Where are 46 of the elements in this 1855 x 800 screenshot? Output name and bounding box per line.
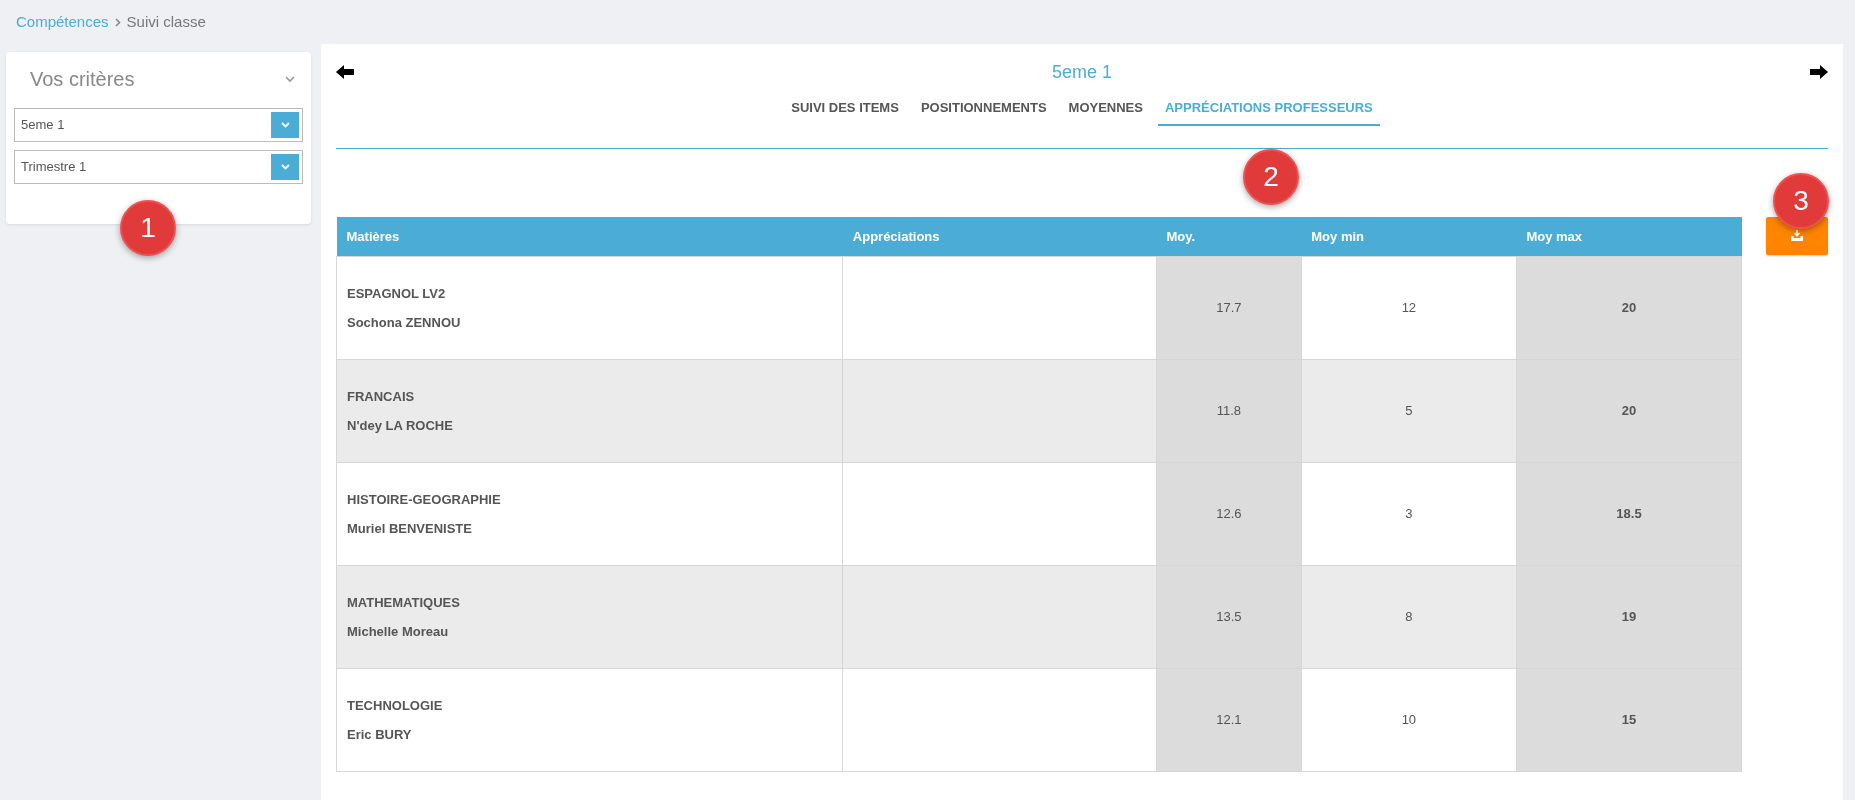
min-average-cell: 12: [1301, 256, 1517, 360]
average-cell: 11.8: [1156, 359, 1302, 463]
tab[interactable]: SUIVI DES ITEMS: [784, 92, 906, 126]
select-field[interactable]: Trimestre 1: [14, 150, 303, 184]
select-field[interactable]: 5eme 1: [14, 108, 303, 142]
column-header: Moy max: [1516, 216, 1742, 257]
subject-name: FRANCAIS: [347, 387, 416, 406]
min-average-cell: 5: [1301, 359, 1517, 463]
chevron-down-icon[interactable]: [285, 75, 295, 83]
class-title: 5eme 1: [1051, 60, 1112, 84]
column-header: Matières: [336, 216, 843, 257]
subject-name: ESPAGNOL LV2: [347, 284, 447, 303]
subject-name: HISTOIRE-GEOGRAPHIE: [347, 490, 502, 509]
download-icon: [1791, 230, 1803, 241]
arrow-right-icon[interactable]: [1810, 65, 1828, 79]
chevron-right-icon: [114, 17, 121, 27]
teacher-name: Sochona ZENNOU: [347, 314, 462, 332]
column-header: Appréciations: [842, 216, 1157, 257]
max-average-cell: 15: [1516, 668, 1742, 772]
teacher-name: Muriel BENVENISTE: [347, 520, 473, 538]
max-average-cell: 20: [1516, 359, 1742, 463]
min-average-cell: 3: [1301, 462, 1517, 566]
tab[interactable]: MOYENNES: [1061, 92, 1150, 126]
column-header: Moy.: [1156, 216, 1302, 257]
teacher-name: Michelle Moreau: [347, 623, 450, 641]
max-average-cell: 19: [1516, 565, 1742, 669]
breadcrumb-current: Suivi classe: [126, 11, 206, 32]
max-average-cell: 18.5: [1516, 462, 1742, 566]
panel-title: Vos critères: [30, 67, 135, 92]
chevron-down-icon: [280, 122, 290, 128]
min-average-cell: 10: [1301, 668, 1517, 772]
subject-name: TECHNOLOGIE: [347, 696, 444, 715]
teacher-name: Eric BURY: [347, 726, 413, 744]
max-average-cell: 20: [1516, 256, 1742, 360]
subject-name: MATHEMATIQUES: [347, 593, 461, 612]
average-cell: 13.5: [1156, 565, 1302, 669]
average-cell: 12.1: [1156, 668, 1302, 772]
arrow-left-icon[interactable]: [336, 65, 354, 79]
column-header: Moy min: [1301, 216, 1517, 257]
callout-marker: 1: [120, 200, 176, 256]
average-cell: 12.6: [1156, 462, 1302, 566]
teacher-name: N'dey LA ROCHE: [347, 417, 454, 435]
min-average-cell: 8: [1301, 565, 1517, 669]
tab[interactable]: POSITIONNEMENTS: [913, 92, 1054, 126]
chevron-down-icon: [280, 164, 290, 170]
average-cell: 17.7: [1156, 256, 1302, 360]
